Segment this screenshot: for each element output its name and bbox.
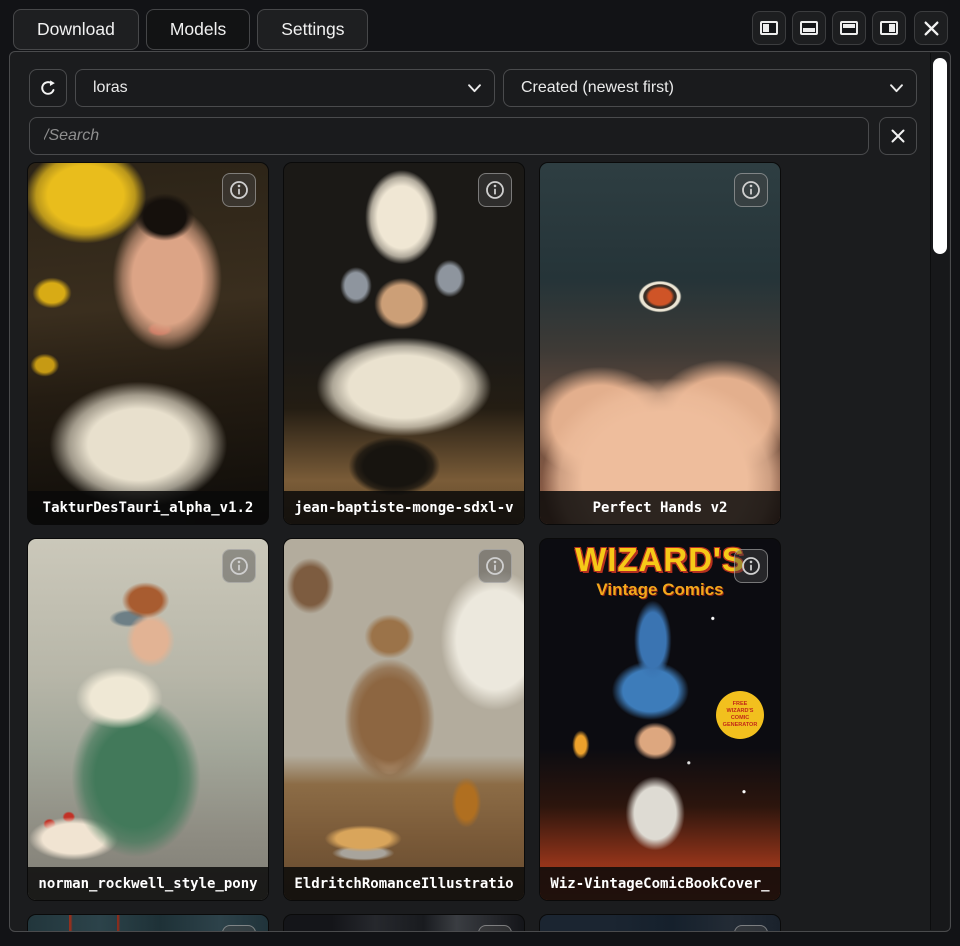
refresh-icon: [38, 78, 58, 98]
sort-select[interactable]: Created (newest first): [503, 69, 917, 107]
info-button[interactable]: [478, 549, 512, 583]
model-thumbnail[interactable]: [284, 163, 524, 524]
search-input[interactable]: [29, 117, 869, 155]
model-thumbnail[interactable]: [28, 163, 268, 524]
info-button[interactable]: [478, 173, 512, 207]
clear-search-icon: [890, 128, 906, 144]
model-name: EldritchRomanceIllustratio: [284, 867, 524, 900]
sort-value: Created (newest first): [521, 79, 674, 97]
info-icon: [740, 931, 762, 932]
info-icon: [484, 931, 506, 932]
model-thumbnail[interactable]: [28, 539, 268, 900]
model-name: TakturDesTauri_alpha_v1.2: [28, 491, 268, 524]
model-name: Perfect Hands v2: [540, 491, 780, 524]
close-icon: [923, 20, 940, 37]
model-thumbnail[interactable]: WIZARD'S Vintage Comics FREE WIZARD'S CO…: [540, 539, 780, 900]
info-icon: [228, 179, 250, 201]
scrollbar-track[interactable]: [930, 53, 949, 930]
model-name: jean-baptiste-monge-sdxl-v: [284, 491, 524, 524]
info-button[interactable]: [734, 173, 768, 207]
model-name: norman_rockwell_style_pony: [28, 867, 268, 900]
model-card-7: [28, 915, 268, 932]
model-card-2: jean-baptiste-monge-sdxl-v: [284, 163, 524, 524]
model-name: Wiz-VintageComicBookCover_: [540, 867, 780, 900]
wizard-cover-subtitle: Vintage Comics: [540, 580, 780, 600]
info-icon: [484, 179, 506, 201]
split-panel-bottom-icon: [800, 21, 818, 35]
info-icon: [740, 179, 762, 201]
info-button[interactable]: [222, 173, 256, 207]
dock-right-button[interactable]: [872, 11, 906, 45]
split-panel-top-icon: [840, 21, 858, 35]
info-icon: [740, 555, 762, 577]
tab-models[interactable]: Models: [146, 9, 250, 50]
chevron-down-icon: [890, 84, 903, 93]
refresh-button[interactable]: [29, 69, 67, 107]
tab-download-label: Download: [37, 19, 115, 40]
model-card-4: norman_rockwell_style_pony: [28, 539, 268, 900]
model-card-grid: TakturDesTauri_alpha_v1.2 jean-baptiste-…: [28, 163, 780, 932]
tab-settings[interactable]: Settings: [257, 9, 368, 50]
dock-top-button[interactable]: [832, 11, 866, 45]
split-panel-right-icon: [880, 21, 898, 35]
info-button[interactable]: [734, 925, 768, 932]
info-icon: [228, 555, 250, 577]
scrollbar-thumb[interactable]: [933, 58, 947, 254]
info-button[interactable]: [478, 925, 512, 932]
model-thumbnail[interactable]: [540, 163, 780, 524]
info-icon: [228, 931, 250, 932]
wizard-cover-badge: FREE WIZARD'S COMIC GENERATOR: [716, 691, 764, 739]
tab-download[interactable]: Download: [13, 9, 139, 50]
tab-settings-label: Settings: [281, 19, 344, 40]
model-card-8: [284, 915, 524, 932]
close-button[interactable]: [914, 11, 948, 45]
chevron-down-icon: [468, 84, 481, 93]
model-card-6: WIZARD'S Vintage Comics FREE WIZARD'S CO…: [540, 539, 780, 900]
model-type-select[interactable]: loras: [75, 69, 495, 107]
dock-left-button[interactable]: [752, 11, 786, 45]
clear-search-button[interactable]: [879, 117, 917, 155]
model-card-5: EldritchRomanceIllustratio: [284, 539, 524, 900]
info-button[interactable]: [222, 925, 256, 932]
tab-models-label: Models: [170, 19, 226, 40]
tab-bar: Download Models Settings: [0, 0, 960, 52]
model-card-9: [540, 915, 780, 932]
model-card-1: TakturDesTauri_alpha_v1.2: [28, 163, 268, 524]
info-button[interactable]: [734, 549, 768, 583]
models-panel: loras Created (newest first) TakturDesTa…: [9, 51, 951, 932]
model-type-value: loras: [93, 79, 128, 97]
info-button[interactable]: [222, 549, 256, 583]
split-panel-left-icon: [760, 21, 778, 35]
model-thumbnail[interactable]: [284, 539, 524, 900]
tab-strip: Download Models Settings: [13, 9, 368, 50]
window-controls: [746, 11, 948, 45]
search-wrap: [29, 117, 869, 155]
dock-bottom-button[interactable]: [792, 11, 826, 45]
model-card-3: Perfect Hands v2: [540, 163, 780, 524]
info-icon: [484, 555, 506, 577]
